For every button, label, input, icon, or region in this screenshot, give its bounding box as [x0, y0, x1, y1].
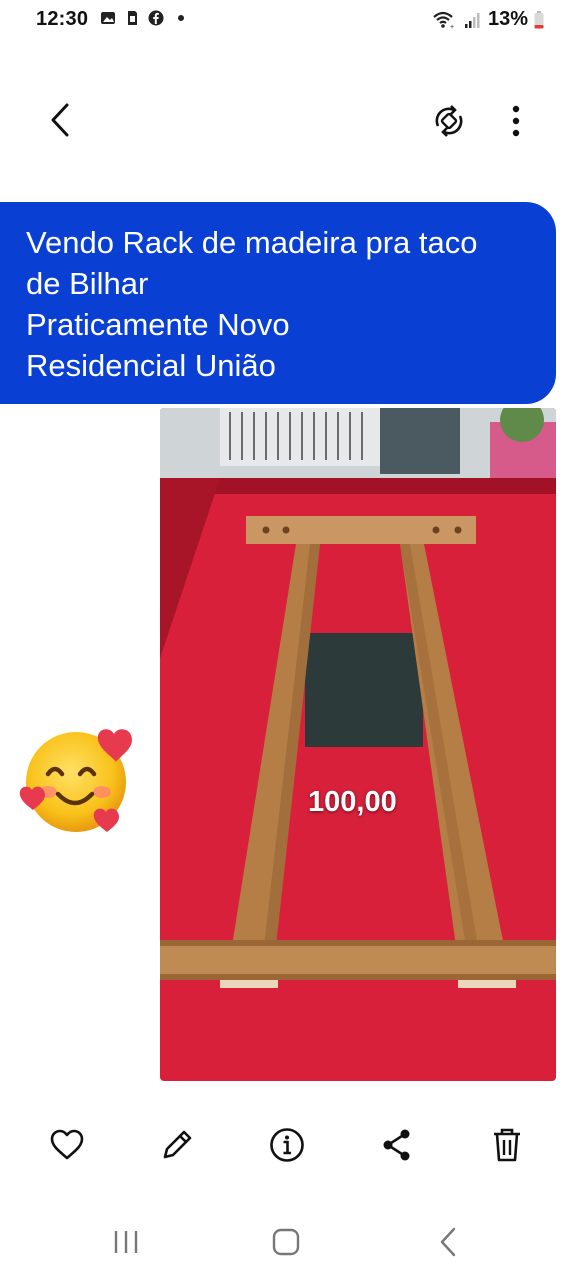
trash-icon: [494, 1128, 520, 1162]
home-icon: [272, 1228, 300, 1256]
system-back-button[interactable]: [426, 1220, 470, 1264]
system-navigation-bar: [0, 1200, 574, 1280]
message-line: Residencial União: [26, 348, 276, 383]
back-arrow-icon: [51, 103, 69, 137]
wifi-signal-icon: +: [433, 11, 454, 30]
pencil-icon: [163, 1130, 192, 1159]
more-notifications-dot: [178, 15, 184, 21]
more-vertical-icon: [512, 105, 520, 137]
smiling-face-with-hearts-emoji: [19, 729, 132, 832]
viewer-top-bar: [0, 80, 574, 164]
facebook-notification-icon: [148, 10, 164, 26]
message-line: Vendo Rack de madeira pra taco: [26, 225, 478, 260]
recent-apps-button[interactable]: [104, 1220, 148, 1264]
battery-percent: 13%: [487, 8, 528, 30]
message-line: Praticamente Novo: [26, 307, 290, 342]
listing-photo[interactable]: 100,00: [160, 408, 556, 1081]
recent-apps-icon: [114, 1231, 138, 1253]
auto-rotate-button[interactable]: [426, 98, 472, 144]
notification-icons: [100, 10, 184, 26]
message-bubble: Vendo Rack de madeira pra taco de Bilhar…: [0, 202, 556, 404]
status-right: + 13%: [432, 8, 544, 31]
svg-text:+: +: [450, 24, 454, 30]
share-icon: [383, 1129, 410, 1161]
back-button[interactable]: [38, 98, 82, 142]
auto-rotate-icon: [435, 105, 463, 137]
details-button[interactable]: [264, 1122, 310, 1168]
system-back-icon: [440, 1227, 456, 1257]
price-label: 100,00: [308, 786, 397, 818]
cell-signal-icon: [464, 12, 480, 28]
edit-button[interactable]: [154, 1122, 200, 1168]
heart-icon: [50, 1129, 84, 1160]
favorite-button[interactable]: [44, 1122, 90, 1168]
info-icon: [270, 1128, 304, 1162]
share-button[interactable]: [374, 1122, 420, 1168]
home-button[interactable]: [264, 1220, 308, 1264]
delete-button[interactable]: [484, 1122, 530, 1168]
status-time: 12:30: [36, 8, 89, 30]
photo-action-bar: [0, 1110, 574, 1180]
status-bar: 12:30 + 13%: [0, 0, 574, 40]
billiard-cue-rack-image: [160, 408, 556, 1081]
sim-notification-icon: [128, 11, 137, 25]
message-line: de Bilhar: [26, 266, 149, 301]
more-options-button[interactable]: [496, 98, 536, 144]
battery-icon: [534, 10, 544, 28]
gallery-notification-icon: [101, 12, 115, 24]
